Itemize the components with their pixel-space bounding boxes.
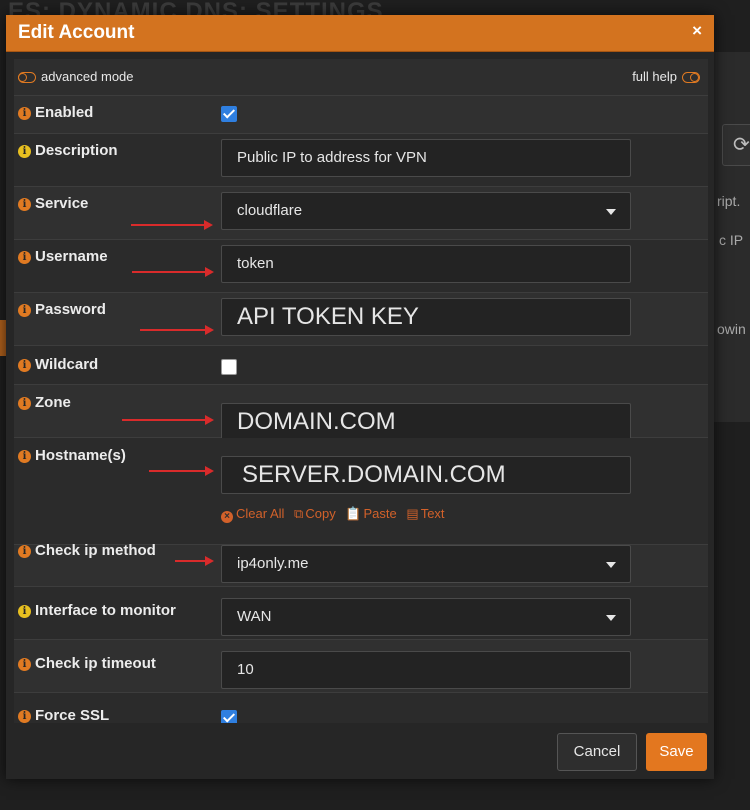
dialog-body: advanced mode full help i Enabled i Descri… xyxy=(14,59,708,726)
row-zone: i Zone DOMAIN.COM xyxy=(14,385,708,441)
background-snippet: owin xyxy=(717,321,746,337)
annotation-arrow xyxy=(131,220,213,230)
hostname-tools: × Clear All ⧉ Copy 📋 Paste ▤ Text xyxy=(221,506,451,523)
hostnames-label: i Hostname(s) xyxy=(18,447,126,464)
refresh-icon[interactable]: ⟳ xyxy=(722,124,750,166)
background-snippet: c IP xyxy=(719,232,744,248)
annotation-arrow xyxy=(175,556,214,566)
edit-account-dialog: Edit Account × advanced mode full help i… xyxy=(6,15,714,779)
dialog-header: Edit Account × xyxy=(6,15,714,52)
check-ip-timeout-label: i Check ip timeout xyxy=(18,655,156,672)
advanced-mode-label: advanced mode xyxy=(41,69,134,84)
force-ssl-label: i Force SSL xyxy=(18,707,109,724)
chevron-down-icon xyxy=(606,209,616,215)
password-input[interactable]: API TOKEN KEY xyxy=(221,298,631,336)
service-select[interactable]: cloudflare xyxy=(221,192,631,230)
row-password: i Password API TOKEN KEY xyxy=(14,293,708,346)
close-icon[interactable]: × xyxy=(692,21,702,41)
chevron-down-icon xyxy=(606,562,616,568)
text-link[interactable]: ▤ Text xyxy=(406,506,444,522)
info-icon[interactable]: i xyxy=(18,545,31,558)
annotation-arrow xyxy=(140,325,214,335)
info-icon[interactable]: i xyxy=(18,359,31,372)
row-force-ssl: i Force SSL xyxy=(14,693,708,726)
interface-to-monitor-select[interactable]: WAN xyxy=(221,598,631,636)
copy-link[interactable]: ⧉ Copy xyxy=(294,506,336,522)
check-ip-method-label: i Check ip method xyxy=(18,542,156,559)
info-icon[interactable]: i xyxy=(18,605,31,618)
interface-to-monitor-value: WAN xyxy=(237,608,272,625)
info-icon[interactable]: i xyxy=(18,304,31,317)
paste-link[interactable]: 📋 Paste xyxy=(345,506,396,522)
cancel-button[interactable]: Cancel xyxy=(557,733,637,771)
description-input[interactable]: Public IP to address for VPN xyxy=(221,139,631,177)
zone-input[interactable]: DOMAIN.COM xyxy=(221,403,631,441)
info-icon[interactable]: i xyxy=(18,710,31,723)
mode-toolbar: advanced mode full help xyxy=(14,59,708,96)
check-ip-method-value: ip4only.me xyxy=(237,555,309,572)
info-icon[interactable]: i xyxy=(18,450,31,463)
row-check-ip-timeout: i Check ip timeout 10 xyxy=(14,640,708,693)
info-icon[interactable]: i xyxy=(18,251,31,264)
full-help-label: full help xyxy=(632,69,677,84)
password-label: i Password xyxy=(18,301,106,318)
save-button[interactable]: Save xyxy=(646,733,707,771)
service-label: i Service xyxy=(18,195,88,212)
enabled-checkbox[interactable] xyxy=(221,106,237,122)
toggle-icon xyxy=(18,72,36,84)
row-description: i Description Public IP to address for VP… xyxy=(14,134,708,187)
clear-icon: × xyxy=(221,511,233,523)
info-icon[interactable]: i xyxy=(18,658,31,671)
row-service: i Service cloudflare xyxy=(14,187,708,240)
wildcard-checkbox[interactable] xyxy=(221,359,237,375)
enabled-label: i Enabled xyxy=(18,104,93,121)
info-icon[interactable]: i xyxy=(18,107,31,120)
info-icon[interactable]: i xyxy=(18,145,31,158)
hostnames-input[interactable]: SERVER.DOMAIN.COM xyxy=(221,456,631,494)
service-select-value: cloudflare xyxy=(237,202,303,219)
row-wildcard: i Wildcard xyxy=(14,346,708,385)
annotation-arrow xyxy=(132,267,214,277)
background-snippet: ript. xyxy=(717,193,741,209)
annotation-arrow xyxy=(149,466,214,476)
text-file-icon: ▤ xyxy=(406,506,419,521)
chevron-down-icon xyxy=(606,615,616,621)
row-hostnames: i Hostname(s) SERVER.DOMAIN.COM xyxy=(14,438,708,545)
dialog-footer: Cancel Save xyxy=(6,723,714,779)
row-check-ip-method: i Check ip method ip4only.me xyxy=(14,534,708,587)
advanced-mode-toggle[interactable]: advanced mode xyxy=(18,69,134,84)
info-icon[interactable]: i xyxy=(18,397,31,410)
check-ip-timeout-input[interactable]: 10 xyxy=(221,651,631,689)
clear-all-link[interactable]: × Clear All xyxy=(221,506,284,523)
username-input[interactable]: token xyxy=(221,245,631,283)
full-help-toggle[interactable]: full help xyxy=(632,69,700,84)
annotation-arrow xyxy=(122,415,214,425)
row-interface-to-monitor: i Interface to monitor WAN xyxy=(14,587,708,640)
info-icon[interactable]: i xyxy=(18,198,31,211)
paste-icon: 📋 xyxy=(345,506,362,521)
username-label: i Username xyxy=(18,248,108,265)
copy-icon: ⧉ xyxy=(294,506,304,521)
interface-to-monitor-label: i Interface to monitor xyxy=(18,602,176,619)
row-username: i Username token xyxy=(14,240,708,293)
toggle-icon xyxy=(682,72,700,84)
zone-label: i Zone xyxy=(18,394,71,411)
check-ip-method-select[interactable]: ip4only.me xyxy=(221,545,631,583)
row-enabled: i Enabled xyxy=(14,95,708,134)
dialog-title: Edit Account xyxy=(18,22,135,43)
wildcard-label: i Wildcard xyxy=(18,356,98,373)
description-label: i Description xyxy=(18,142,118,159)
